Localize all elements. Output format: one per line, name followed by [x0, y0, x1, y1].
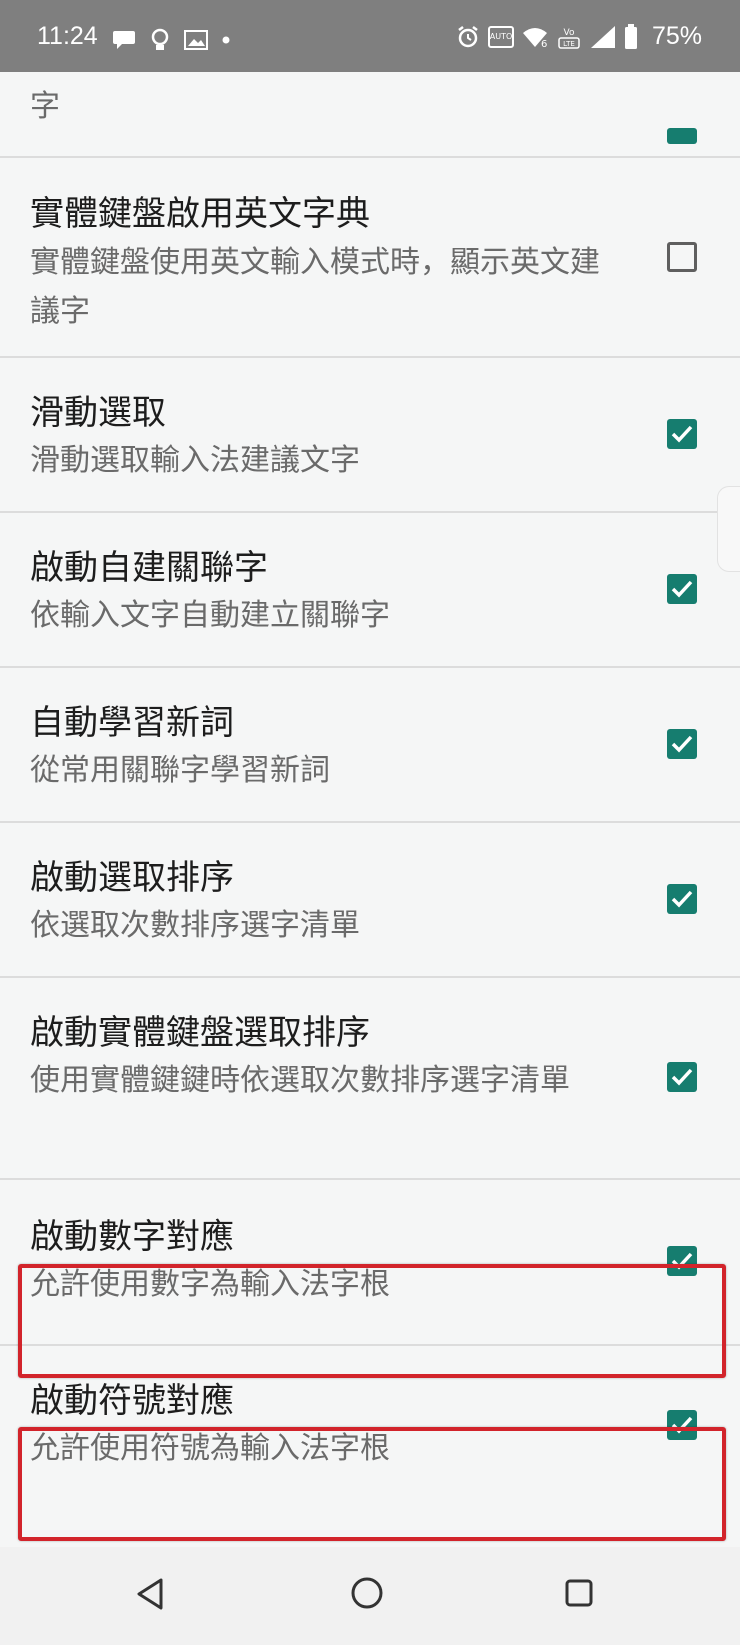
check-icon	[671, 890, 693, 908]
svg-text:Vo: Vo	[563, 28, 574, 38]
highlight-box-symbol-mapping	[18, 1427, 726, 1541]
battery-icon	[624, 23, 637, 49]
settings-row-title: 自動學習新詞	[30, 703, 234, 743]
check-icon	[671, 425, 693, 443]
check-icon	[671, 1068, 693, 1086]
settings-row-subtitle: 滑動選取輸入法建議文字	[30, 443, 360, 478]
wifi-6-icon: 6	[522, 27, 547, 49]
home-icon[interactable]	[349, 1575, 385, 1611]
checkbox-unchecked[interactable]	[667, 242, 697, 272]
check-icon	[671, 735, 693, 753]
checkbox-checked[interactable]	[667, 884, 697, 914]
settings-row-auto-learn[interactable]: 自動學習新詞 從常用關聯字學習新詞	[0, 668, 740, 823]
alarm-icon	[458, 25, 478, 47]
volte-lte-icon: Vo LTE	[558, 28, 580, 49]
settings-row-title: 啟動選取排序	[30, 858, 234, 898]
cell-signal-icon	[590, 25, 615, 48]
settings-row-subtitle: 從常用關聯字學習新詞	[30, 753, 330, 788]
back-icon[interactable]	[135, 1577, 165, 1611]
check-icon	[671, 580, 693, 598]
checkbox-checked[interactable]	[667, 574, 697, 604]
svg-text:6: 6	[541, 39, 547, 49]
checkbox-checked[interactable]	[667, 729, 697, 759]
settings-row-title: 啟動自建關聯字	[30, 548, 268, 588]
settings-row-physical-kb-english-dict[interactable]: 實體鍵盤啟用英文字典 實體鍵盤使用英文輸入模式時，顯示英文建議字	[0, 156, 740, 358]
checkbox-checked[interactable]	[667, 1062, 697, 1092]
settings-row-title: 啟動實體鍵盤選取排序	[30, 1013, 370, 1053]
settings-row-title: 啟動數字對應	[30, 1217, 234, 1257]
settings-row-title: 滑動選取	[30, 393, 166, 433]
chat-bubble-icon	[113, 31, 135, 49]
checkbox-checked[interactable]	[667, 419, 697, 449]
recents-icon[interactable]	[564, 1578, 594, 1608]
settings-row-partial[interactable]: 字	[0, 72, 740, 158]
settings-row-auto-association[interactable]: 啟動自建關聯字 依輸入文字自動建立關聯字	[0, 513, 740, 668]
status-time: 11:24	[37, 22, 98, 50]
image-icon	[184, 30, 208, 50]
settings-row-subtitle: 字	[30, 89, 60, 124]
settings-row-select-sort[interactable]: 啟動選取排序 依選取次數排序選字清單	[0, 823, 740, 978]
battery-percent: 75%	[651, 22, 702, 50]
navigation-bar	[0, 1547, 740, 1645]
settings-row-title: 實體鍵盤啟用英文字典	[30, 194, 370, 234]
settings-row-subtitle: 依輸入文字自動建立關聯字	[30, 598, 390, 633]
settings-row-swipe-select[interactable]: 滑動選取 滑動選取輸入法建議文字	[0, 358, 740, 513]
settings-row-subtitle: 依選取次數排序選字清單	[30, 908, 360, 943]
settings-row-subtitle: 實體鍵盤使用英文輸入模式時，顯示英文建議字	[30, 245, 600, 329]
settings-row-title: 啟動符號對應	[30, 1381, 234, 1421]
svg-text:LTE: LTE	[563, 40, 575, 48]
auto-hd-icon: AUTO	[487, 25, 514, 48]
checkbox-checked[interactable]	[667, 128, 697, 144]
dot-icon	[222, 36, 230, 44]
settings-row-physical-kb-select-sort[interactable]: 啟動實體鍵盤選取排序 使用實體鍵鍵時依選取次數排序選字清單	[0, 978, 740, 1180]
scroll-handle[interactable]	[717, 486, 740, 572]
settings-row-subtitle: 使用實體鍵鍵時依選取次數排序選字清單	[30, 1063, 570, 1098]
lightbulb-icon	[151, 28, 169, 50]
highlight-box-number-mapping	[18, 1264, 726, 1378]
status-bar: 11:24 AUTO 6 Vo LTE 75%	[0, 0, 740, 72]
svg-text:AUTO: AUTO	[490, 32, 513, 41]
